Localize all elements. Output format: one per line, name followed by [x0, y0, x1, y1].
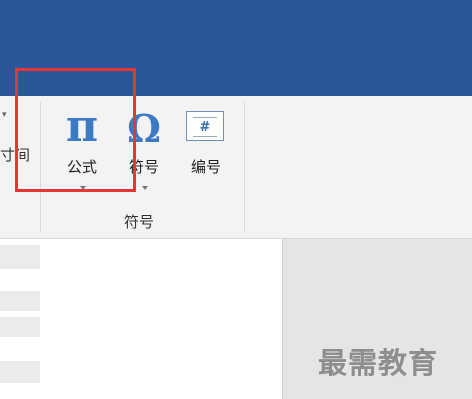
- document-page[interactable]: [0, 239, 283, 399]
- blurred-text: [0, 361, 40, 383]
- blurred-text: [0, 317, 40, 337]
- numbering-label: 编号: [190, 158, 221, 176]
- partial-dropdown-arrow[interactable]: ▾: [2, 110, 7, 120]
- numbering-button[interactable]: # 编号: [0, 96, 224, 176]
- group-separator: [244, 102, 245, 232]
- highlight-box: [15, 68, 136, 192]
- blurred-text: [0, 291, 40, 311]
- number-icon: #: [186, 111, 224, 141]
- symbols-group-label: 符号: [124, 213, 155, 231]
- blurred-text: [0, 245, 40, 269]
- symbol-dropdown-icon[interactable]: [142, 186, 148, 190]
- watermark: 最需教育: [318, 346, 439, 380]
